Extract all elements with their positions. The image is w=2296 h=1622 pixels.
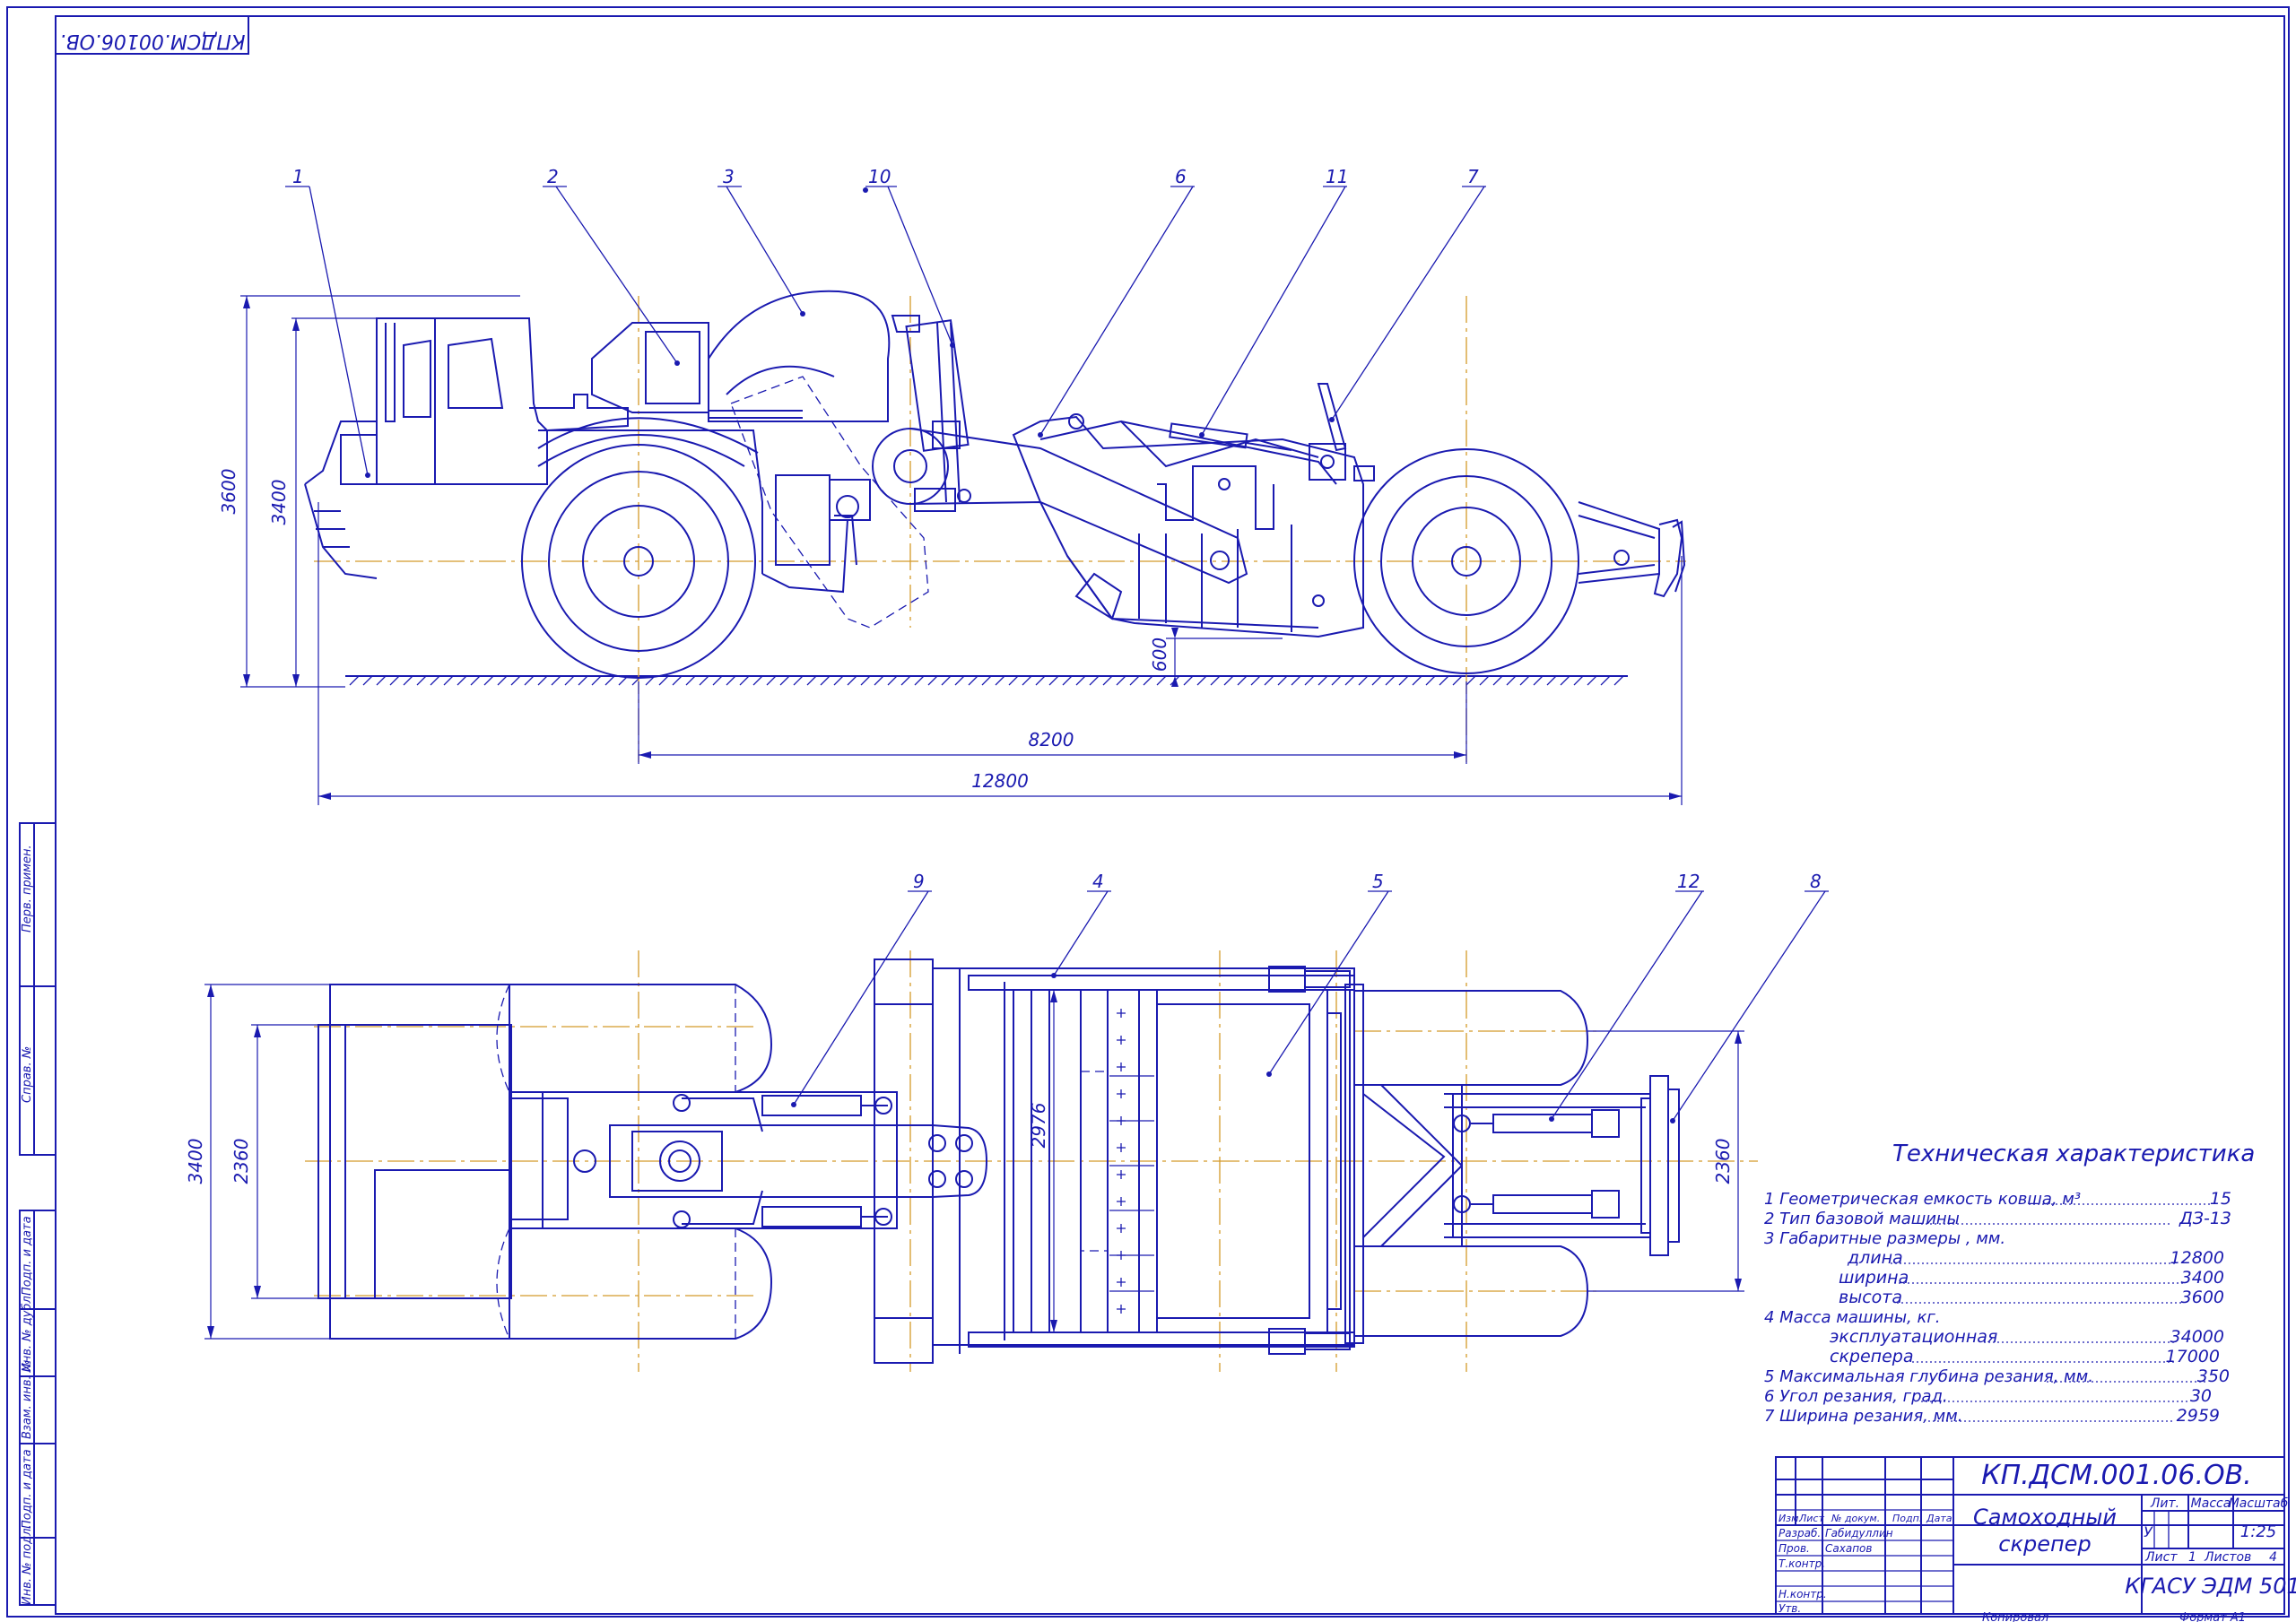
lit-label: Лит. [2150, 1496, 2179, 1511]
top-view: 3400 2360 2976 2360 [185, 950, 1758, 1372]
title-block: КП.ДСМ.001.06.ОВ. Самоходный скрепер Лит… [1775, 1456, 2296, 1615]
role: Разраб. [1779, 1527, 1821, 1540]
stamp-label: Инв. № подл. [21, 1524, 34, 1605]
organization: КГАСУ ЭДМ 501 [2125, 1574, 2296, 1599]
col-header: Дата [1926, 1513, 1952, 1524]
spec-label: 7 Ширина резания, мм. [1764, 1407, 1962, 1426]
callout-4: 4 [1092, 871, 1104, 892]
spec-label: ширина [1839, 1268, 1909, 1288]
copied-label: Копировал [1982, 1611, 2048, 1622]
dim-total-height: 3600 [218, 469, 239, 515]
spec-value: 34000 [2170, 1327, 2224, 1347]
spec-label: 1 Геометрическая емкость ковша, м³ [1764, 1190, 2081, 1209]
spec-value: 15 [2210, 1189, 2231, 1209]
stamp-label: Подп. и дата [21, 1449, 34, 1529]
lit-value: У [2144, 1523, 2153, 1540]
spec-value: 2959 [2177, 1406, 2220, 1426]
sheets-label: Листов [2204, 1550, 2251, 1565]
callout-11: 11 [1326, 166, 1348, 187]
engineering-drawing: КПДСМ.00106.ОВ. Перв. примен. Справ. № П… [6, 6, 2296, 1622]
callout-5: 5 [1372, 871, 1384, 892]
role: Н.контр. [1779, 1588, 1827, 1600]
stamp-label: Подп. и дата [21, 1216, 34, 1296]
spec-value: 17000 [2166, 1347, 2220, 1366]
callout-2: 2 [547, 166, 559, 187]
spec-value: ДЗ-13 [2179, 1209, 2231, 1228]
callouts: 1 2 3 10 6 11 7 9 4 5 12 8 [285, 166, 1829, 1123]
title-block-code: КП.ДСМ.001.06.ОВ. [1981, 1460, 2251, 1491]
callout-3: 3 [723, 166, 735, 187]
product-name-line2: скрепер [1998, 1531, 2091, 1557]
dim-overall-width: 3400 [185, 1139, 206, 1184]
spec-label: 4 Масса машины, кг. [1764, 1308, 1941, 1327]
col-header: № докум. [1831, 1513, 1880, 1524]
specs-title: Техническая характеристика [1892, 1141, 2255, 1167]
scale-value: 1:25 [2240, 1522, 2276, 1541]
spec-value: 12800 [2170, 1248, 2224, 1268]
spec-value: 3400 [2181, 1268, 2224, 1288]
callout-9: 9 [913, 871, 925, 892]
role: Т.контр. [1779, 1557, 1825, 1570]
spec-value: 350 [2197, 1366, 2230, 1386]
spec-label: эксплуатационная [1830, 1327, 1997, 1347]
col-header: Лист [1798, 1513, 1824, 1524]
spec-label: 5 Максимальная глубина резания, мм. [1764, 1367, 2093, 1386]
side-view: 3600 3400 600 8200 12800 [218, 290, 1686, 805]
spec-label: скрепера [1830, 1347, 1914, 1366]
callout-7: 7 [1467, 166, 1479, 187]
callout-6: 6 [1175, 166, 1187, 187]
spec-value: 3600 [2181, 1288, 2224, 1307]
scale-label: Масштаб [2229, 1496, 2289, 1511]
rotated-drawing-code: КПДСМ.00106.ОВ. [59, 30, 245, 52]
dim-clearance: 600 [1149, 638, 1170, 672]
sheet-label: Лист [2144, 1550, 2178, 1565]
role: Утв. [1779, 1602, 1801, 1615]
spec-value: 30 [2190, 1386, 2212, 1406]
dim-rear-track: 2360 [1712, 1139, 1734, 1184]
spec-label: 3 Габаритные размеры , мм. [1764, 1229, 2005, 1248]
col-header: Подп. [1892, 1513, 1922, 1524]
side-stamp: Перв. примен. Справ. № Подп. и дата Инв.… [19, 822, 57, 1606]
developer-name: Габидуллин [1825, 1527, 1893, 1540]
stamp-label: Справ. № [21, 1046, 34, 1103]
specifications: Техническая характеристика 1 Геометричес… [1764, 1141, 2255, 1426]
stamp-label: Перв. примен. [21, 845, 34, 932]
role: Пров. [1779, 1542, 1810, 1555]
sheets-value: 4 [2269, 1550, 2277, 1565]
sheet-value: 1 [2188, 1550, 2196, 1565]
format-label: Формат А1 [2179, 1611, 2246, 1622]
spec-label: длина [1847, 1248, 1903, 1268]
checker-name: Сахапов [1825, 1542, 1872, 1555]
dim-cab-height: 3400 [268, 480, 290, 525]
spec-label: 2 Тип базовой машины [1764, 1210, 1960, 1228]
callout-1: 1 [292, 166, 304, 187]
mass-label: Масса [2191, 1496, 2231, 1511]
dim-front-track: 2360 [230, 1139, 252, 1184]
spec-label: 6 Угол резания, град. [1764, 1387, 1948, 1406]
spec-label: высота [1839, 1288, 1902, 1307]
dim-wheelbase: 8200 [1029, 729, 1074, 750]
callout-8: 8 [1810, 871, 1822, 892]
product-name-line1: Самоходный [1973, 1505, 2117, 1530]
callout-10: 10 [868, 166, 891, 187]
dim-bucket-width: 2976 [1028, 1103, 1049, 1149]
stamp-label: Взам. инв. № [21, 1360, 34, 1439]
stamp-label: Инв. № дубл. [21, 1292, 34, 1372]
dim-overall-length: 12800 [971, 770, 1029, 792]
col-header: Изм. [1779, 1513, 1802, 1524]
callout-12: 12 [1677, 871, 1700, 892]
